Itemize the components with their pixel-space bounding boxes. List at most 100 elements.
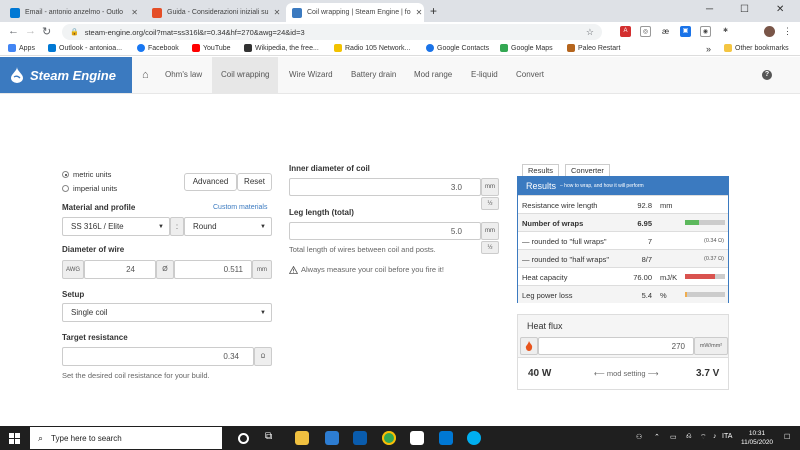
awg-input[interactable]: 24 bbox=[84, 260, 156, 279]
reload-icon[interactable]: ↻ bbox=[42, 25, 51, 38]
lock-icon: 🔒 bbox=[70, 29, 79, 36]
diameter-prefix: Ø bbox=[156, 260, 174, 279]
battery-icon[interactable]: ▭ bbox=[670, 433, 677, 441]
network-icon[interactable]: ⌔ bbox=[700, 433, 707, 442]
nav-battery-drain[interactable]: Battery drain bbox=[342, 57, 405, 93]
nav-ohms-law[interactable]: Ohm's law bbox=[156, 57, 211, 93]
bookmark-google-contacts[interactable]: Google Contacts bbox=[426, 44, 489, 52]
people-icon[interactable]: ⚇ bbox=[636, 433, 642, 441]
fraction-toggle-icon[interactable]: ½ bbox=[481, 241, 499, 254]
extensions-puzzle-icon[interactable]: ✱ bbox=[720, 26, 731, 37]
result-row-heat-capacity: Heat capacity 76.00 mJ/K bbox=[518, 267, 728, 285]
bookmark-paleo-restart[interactable]: Paleo Restart bbox=[567, 44, 620, 52]
app-icon[interactable] bbox=[410, 431, 424, 445]
file-explorer-icon[interactable] bbox=[295, 431, 309, 445]
leg-loss-bar bbox=[685, 292, 725, 297]
diameter-input[interactable]: 0.511 bbox=[174, 260, 252, 279]
extension-icon[interactable]: ◎ bbox=[640, 26, 651, 37]
bookmark-wikipedia[interactable]: Wikipedia, the free... bbox=[244, 44, 319, 52]
help-icon[interactable]: ? bbox=[762, 70, 772, 80]
advanced-button[interactable]: Advanced bbox=[184, 173, 237, 191]
menu-icon[interactable]: ⋮ bbox=[782, 26, 793, 37]
nav-mod-range[interactable]: Mod range bbox=[405, 57, 461, 93]
metric-units-radio[interactable]: metric units bbox=[62, 170, 111, 179]
adblock-icon[interactable]: A bbox=[620, 26, 631, 37]
bookmark-outlook[interactable]: Outlook - antonioa... bbox=[48, 44, 122, 52]
bookmark-apps[interactable]: Apps bbox=[8, 44, 35, 52]
close-tab-icon[interactable]: ✕ bbox=[126, 8, 138, 17]
heat-flux-panel: Heat flux 270 mW/mm² 40 W ⟵ mod setting … bbox=[517, 314, 729, 390]
extension-icon[interactable]: ◉ bbox=[700, 26, 711, 37]
setup-select[interactable]: Single coil ▼ bbox=[62, 303, 272, 322]
mail-icon[interactable] bbox=[353, 431, 367, 445]
measure-warning: Always measure your coil before you fire… bbox=[289, 265, 444, 274]
usb-icon[interactable]: ⎌ bbox=[686, 433, 692, 441]
maps-pin-icon bbox=[500, 44, 508, 52]
results-header: Results – how to wrap, and how it will p… bbox=[518, 177, 728, 195]
windows-start-icon[interactable] bbox=[9, 433, 20, 444]
reset-button[interactable]: Reset bbox=[237, 173, 272, 191]
bookmark-facebook[interactable]: Facebook bbox=[137, 44, 179, 52]
outlook-icon[interactable] bbox=[439, 431, 453, 445]
more-bookmarks-button[interactable]: » bbox=[706, 44, 711, 54]
custom-materials-link[interactable]: Custom materials bbox=[213, 204, 267, 211]
leg-length-input[interactable]: 5.0 bbox=[289, 222, 481, 240]
store-icon[interactable] bbox=[325, 431, 339, 445]
home-icon[interactable]: ⌂ bbox=[133, 57, 158, 93]
profile-avatar[interactable] bbox=[764, 26, 775, 37]
skype-icon[interactable] bbox=[467, 431, 481, 445]
minimize-button[interactable]: ─ bbox=[706, 4, 713, 15]
nav-e-liquid[interactable]: E-liquid bbox=[462, 57, 507, 93]
language-indicator[interactable]: ITA bbox=[722, 433, 732, 440]
close-tab-icon[interactable]: ✕ bbox=[269, 8, 281, 17]
flame-icon bbox=[520, 337, 538, 355]
results-title: Results bbox=[526, 181, 557, 191]
nav-convert[interactable]: Convert bbox=[507, 57, 553, 93]
diameter-unit: mm bbox=[252, 260, 272, 279]
new-tab-button[interactable]: + bbox=[430, 4, 437, 18]
imperial-units-radio[interactable]: imperial units bbox=[62, 184, 117, 193]
cortana-icon[interactable] bbox=[238, 433, 249, 444]
radio-selected-icon bbox=[62, 171, 69, 178]
close-tab-icon[interactable]: ✕ bbox=[411, 8, 423, 17]
chrome-icon[interactable] bbox=[382, 431, 396, 445]
steam-drop-icon bbox=[11, 67, 23, 83]
extension-icon[interactable]: ▣ bbox=[680, 26, 691, 37]
chevron-up-icon[interactable]: ⌃ bbox=[654, 433, 660, 441]
bookmark-google-maps[interactable]: Google Maps bbox=[500, 44, 553, 52]
maximize-button[interactable]: ☐ bbox=[740, 4, 749, 15]
notifications-icon[interactable]: ☐ bbox=[784, 433, 790, 441]
nav-coil-wrapping[interactable]: Coil wrapping bbox=[212, 57, 279, 93]
material-select[interactable]: SS 316L / Elite ▼ bbox=[62, 217, 170, 236]
tab-coil-wrapping[interactable]: Coil wrapping | Steam Engine | fo ✕ bbox=[286, 3, 424, 22]
volume-icon[interactable]: ♪ bbox=[713, 433, 717, 440]
tab-guida[interactable]: Guida - Considerazioni iniziali su ✕ bbox=[146, 3, 284, 22]
browser-tab-strip: Email - antonio anzelmo - Outlo ✕ Guida … bbox=[0, 0, 800, 22]
system-clock[interactable]: 10:31 11/05/2020 bbox=[741, 429, 773, 447]
forward-icon[interactable]: → bbox=[25, 25, 36, 37]
outlook-icon bbox=[48, 44, 56, 52]
address-bar[interactable]: 🔒 steam-engine.org/coil?mat=ss316l&r=0.3… bbox=[62, 24, 602, 40]
inner-diameter-input[interactable]: 3.0 bbox=[289, 178, 481, 196]
back-icon[interactable]: ← bbox=[8, 25, 19, 37]
chevron-down-icon: ▼ bbox=[260, 309, 266, 316]
brand-logo[interactable]: Steam Engine bbox=[0, 57, 132, 93]
browser-toolbar: ← → ↻ 🔒 steam-engine.org/coil?mat=ss316l… bbox=[0, 22, 800, 42]
other-bookmarks-folder[interactable]: Other bookmarks bbox=[724, 44, 789, 52]
tab-outlook[interactable]: Email - antonio anzelmo - Outlo ✕ bbox=[4, 3, 144, 22]
star-icon[interactable]: ☆ bbox=[586, 27, 594, 38]
target-resistance-input[interactable]: 0.34 bbox=[62, 347, 254, 366]
profile-select[interactable]: Round ▼ bbox=[184, 217, 272, 236]
setup-label: Setup bbox=[62, 290, 85, 299]
fraction-toggle-icon[interactable]: ½ bbox=[481, 197, 499, 210]
nav-wire-wizard[interactable]: Wire Wizard bbox=[280, 57, 342, 93]
site-navbar: Steam Engine ⌂ Ohm's law Coil wrapping W… bbox=[0, 57, 800, 94]
bookmark-youtube[interactable]: YouTube bbox=[192, 44, 231, 52]
bookmark-radio105[interactable]: Radio 105 Network... bbox=[334, 44, 410, 52]
heat-flux-input[interactable]: 270 bbox=[538, 337, 694, 355]
close-window-button[interactable]: ✕ bbox=[776, 4, 784, 15]
task-view-icon[interactable]: ⧉ bbox=[265, 431, 279, 445]
translate-icon[interactable]: æ bbox=[660, 26, 671, 37]
leg-length-label: Leg length (total) bbox=[289, 208, 354, 217]
taskbar-search[interactable]: ⌕ Type here to search bbox=[30, 427, 222, 449]
